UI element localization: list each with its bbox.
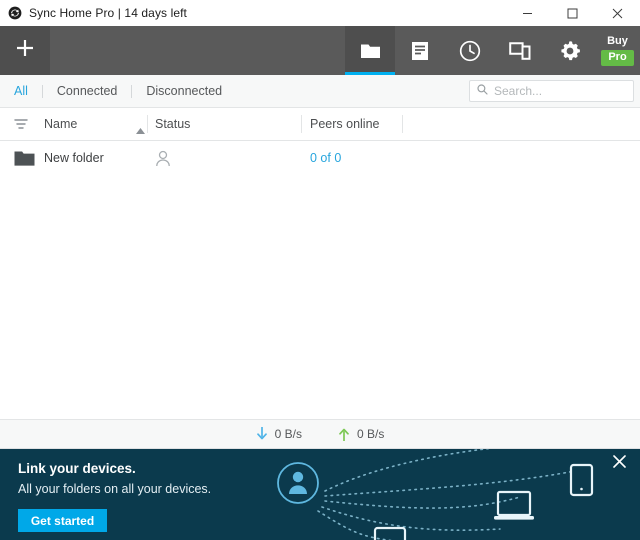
devices-icon	[509, 41, 531, 61]
folder-list: New folder 0 of 0	[0, 141, 640, 419]
status-bar: 0 B/s 0 B/s	[0, 419, 640, 449]
arrow-down-icon	[256, 427, 275, 441]
column-header-name[interactable]: Name	[44, 108, 77, 140]
row-name: New folder	[44, 151, 104, 165]
maximize-button[interactable]	[550, 0, 595, 26]
toolbar-tabs	[345, 26, 595, 75]
buy-label: Buy	[607, 35, 628, 47]
filter-connected[interactable]: Connected	[43, 75, 131, 107]
filter-icon[interactable]	[14, 108, 28, 140]
gear-icon	[559, 40, 581, 62]
document-lines-icon	[411, 41, 429, 61]
clock-icon	[459, 40, 481, 62]
banner-text-block: Link your devices. All your folders on a…	[18, 461, 211, 497]
person-icon	[155, 141, 171, 175]
row-peers-online[interactable]: 0 of 0	[310, 141, 341, 175]
search-input[interactable]	[494, 84, 619, 98]
main-toolbar: Buy Pro	[0, 26, 640, 75]
tab-history[interactable]	[445, 26, 495, 75]
filter-all[interactable]: All	[0, 75, 42, 107]
row-folder-icon	[14, 141, 35, 175]
column-header-status[interactable]: Status	[155, 108, 190, 140]
plus-icon	[15, 38, 35, 63]
sync-logo-icon	[8, 6, 22, 20]
get-started-button[interactable]: Get started	[18, 509, 107, 532]
phone-icon-group	[569, 463, 594, 497]
minimize-button[interactable]	[505, 0, 550, 26]
tab-settings[interactable]	[545, 26, 595, 75]
user-circle-icon	[289, 471, 307, 494]
filter-bar: All Connected Disconnected	[0, 75, 640, 108]
banner-title: Link your devices.	[18, 461, 136, 476]
buy-pro-button[interactable]: Buy Pro	[595, 26, 640, 75]
search-box[interactable]	[469, 80, 634, 102]
upload-speed-value: 0 B/s	[357, 427, 385, 441]
pro-badge: Pro	[601, 50, 634, 66]
tablet-icon-group	[373, 526, 407, 540]
banner-subtitle: All your folders on all your devices.	[18, 482, 212, 496]
close-button[interactable]	[595, 0, 640, 26]
filter-disconnected[interactable]: Disconnected	[132, 75, 236, 107]
tab-transfers[interactable]	[395, 26, 445, 75]
window-controls	[505, 0, 640, 26]
column-header-peers-online[interactable]: Peers online	[310, 108, 380, 140]
banner-close-button[interactable]	[608, 453, 630, 475]
table-row[interactable]: New folder 0 of 0	[0, 141, 640, 175]
folder-icon	[360, 42, 381, 60]
column-divider	[402, 115, 403, 133]
upload-speed: 0 B/s	[338, 427, 384, 441]
tab-devices[interactable]	[495, 26, 545, 75]
laptop-icon-group	[494, 490, 534, 520]
download-speed: 0 B/s	[256, 427, 302, 441]
sort-ascending-icon	[136, 121, 145, 139]
arrow-up-icon	[338, 427, 357, 441]
window-title: Sync Home Pro | 14 days left	[29, 6, 187, 20]
close-icon	[612, 455, 626, 473]
table-header: Name Status Peers online	[0, 108, 640, 141]
column-divider	[147, 115, 148, 133]
tab-folders[interactable]	[345, 26, 395, 75]
column-divider	[301, 115, 302, 133]
download-speed-value: 0 B/s	[274, 427, 302, 441]
sync-app-window: Sync Home Pro | 14 days left Buy Pro All…	[0, 0, 640, 540]
title-bar: Sync Home Pro | 14 days left	[0, 0, 640, 26]
add-folder-button[interactable]	[0, 26, 50, 75]
search-icon	[477, 82, 488, 100]
link-devices-banner: Link your devices. All your folders on a…	[0, 449, 640, 540]
